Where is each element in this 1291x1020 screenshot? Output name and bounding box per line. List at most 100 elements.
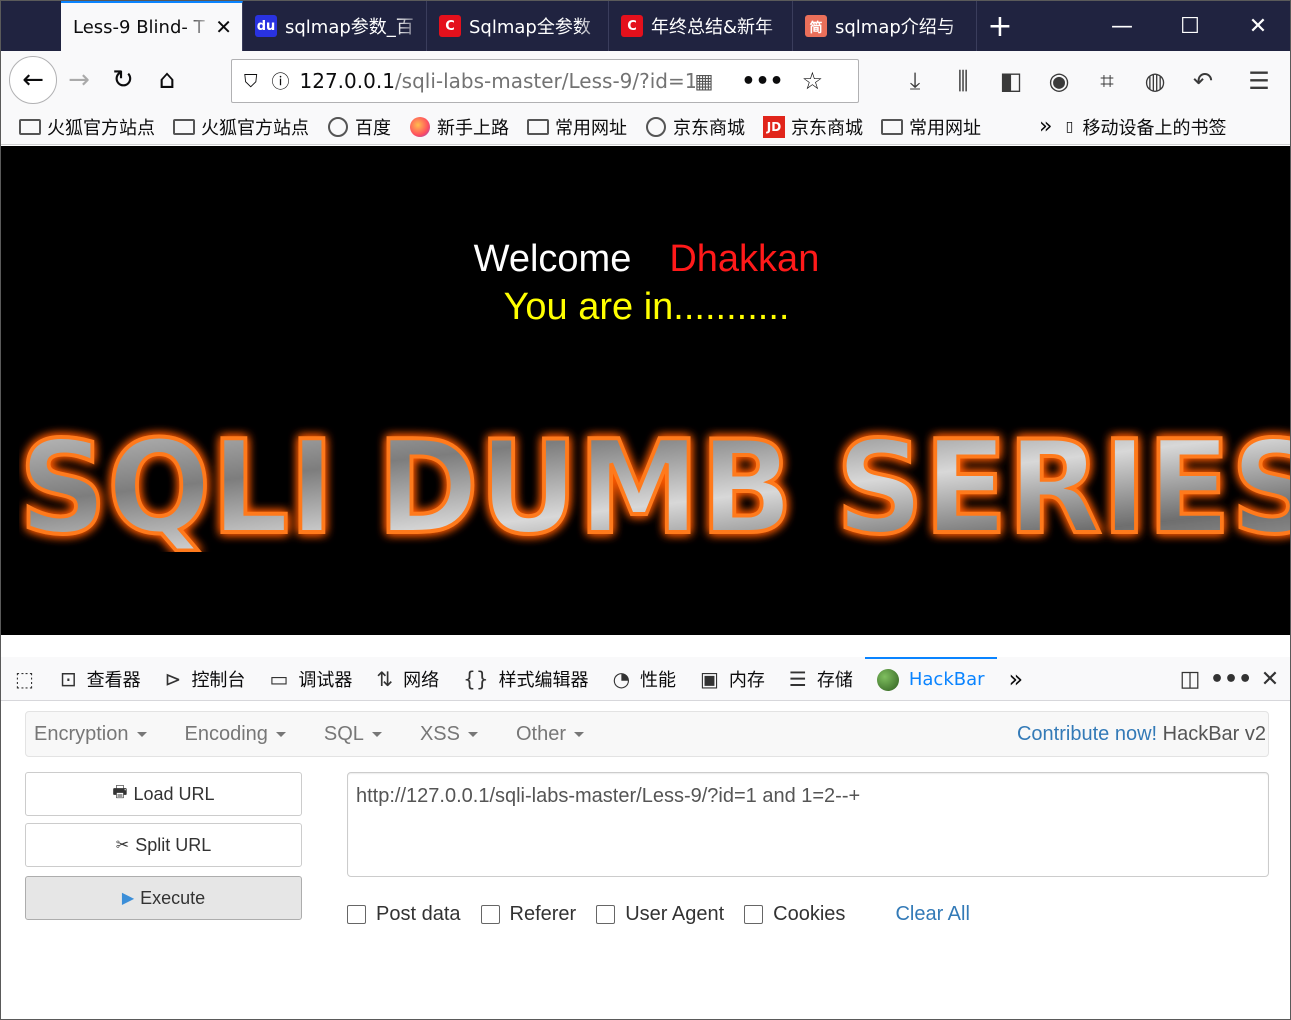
address-bar[interactable]: ⛉ ⓘ 127.0.0.1/sqli-labs-master/Less-9/?i… [231,59,859,103]
back-arrow-icon[interactable]: ← [9,56,57,104]
menu-xss[interactable]: XSS [412,723,486,746]
user-agent-option[interactable]: User Agent [596,903,724,926]
reload-icon[interactable]: ↻ [101,58,145,102]
minimize-icon[interactable]: — [1088,1,1156,51]
library-icon[interactable]: ⫼ [939,57,987,105]
close-window-icon[interactable]: ✕ [1224,1,1290,51]
element-picker-icon[interactable]: ⬚ [1,657,48,701]
tab-label: 内存 [728,669,765,691]
tab-inspector[interactable]: ⊡ 查看器 [48,657,153,701]
info-icon[interactable]: ⓘ [272,68,290,94]
cookies-checkbox[interactable] [744,905,764,924]
tab-debugger[interactable]: ▭ 调试器 [257,657,364,701]
devtools-toolbar: ⬚ ⊡ 查看器 ⊳ 控制台 ▭ 调试器 ⇅ 网络 {} 样式编辑器 ◔ 性能 ▣ 内存 ☰ 存储… [1,656,1290,701]
status-text: You are in........... [503,286,790,328]
undo-icon[interactable]: ↶ [1179,57,1227,105]
window-controls: — ☐ ✕ [1088,1,1290,51]
post-data-checkbox[interactable] [347,905,366,924]
close-devtools-icon[interactable]: ✕ [1250,667,1290,692]
tab-year-summary[interactable]: C 年终总结&新年 [609,1,793,51]
home-icon[interactable]: ⌂ [145,58,189,102]
menu-encryption[interactable]: Encryption [26,723,155,746]
tab-title: 年终总结&新年 [651,17,774,38]
menu-icon[interactable]: ☰ [1227,57,1290,105]
mobile-icon: ▯ [1065,118,1074,135]
tab-performance[interactable]: ◔ 性能 [601,657,688,701]
tab-sqlmap-jianshu[interactable]: 简 sqlmap介绍与 [793,1,977,51]
forward-arrow-icon[interactable]: → [57,58,101,102]
user-agent-checkbox[interactable] [596,905,616,924]
globe-icon [646,116,666,137]
bookmark-item[interactable]: 常用网址 [881,114,981,140]
tab-close-icon[interactable]: ✕ [215,15,232,39]
url-text[interactable]: 127.0.0.1/sqli-labs-master/Less-9/?id=1 … [300,69,695,93]
qr-code-icon[interactable]: ▦ [695,69,714,93]
more-tools-chevron-icon[interactable]: » [997,657,1036,701]
memory-icon: ▣ [700,666,719,691]
page-actions-icon[interactable]: ••• [741,69,783,94]
screenshot-crop-icon[interactable]: ⌗ [1083,57,1131,105]
bookmark-item[interactable]: 火狐官方站点 [173,114,309,140]
scissors-icon: ✂ [115,837,130,854]
menu-sql[interactable]: SQL [316,723,390,746]
tab-less-9[interactable]: Less-9 Blind- T ✕ [61,1,243,51]
devtools-menu-icon[interactable]: ••• [1210,667,1252,692]
referer-option[interactable]: Referer [480,903,576,926]
csdn-icon: C [439,15,461,37]
bookmark-label: 百度 [355,117,391,139]
hackbar-icon [876,668,899,691]
caret-down-icon [574,731,584,737]
tab-label: 性能 [640,669,677,691]
maximize-icon[interactable]: ☐ [1156,1,1224,51]
cookies-option[interactable]: Cookies [744,903,845,926]
post-data-option[interactable]: Post data [347,903,461,926]
bookmark-item[interactable]: 百度 [327,114,391,140]
responsive-design-icon[interactable]: ◫ [1170,667,1210,692]
referer-checkbox[interactable] [480,905,500,924]
bookmark-star-icon[interactable]: ☆ [802,67,824,95]
contribute-link[interactable]: Contribute now! [1017,723,1157,745]
bookmark-item[interactable]: JD 京东商城 [763,114,863,140]
new-tab-icon[interactable]: + [977,1,1023,51]
folder-icon [881,118,903,135]
network-icon: ⇅ [376,666,394,691]
bookmark-item[interactable]: 新手上路 [409,114,509,140]
welcome-text: Welcome [473,238,632,280]
split-url-button[interactable]: ✂ Split URL [25,823,302,867]
bookmark-item[interactable]: 火狐官方站点 [19,114,155,140]
menu-encoding[interactable]: Encoding [177,723,294,746]
mobile-bookmarks[interactable]: ▯ 移动设备上的书签 [1062,114,1227,140]
tab-storage[interactable]: ☰ 存储 [777,657,865,701]
sqli-dumb-series-banner: SQLI DUMB SERIES [19,422,1290,552]
bookmark-label: 常用网址 [555,117,627,139]
jianshu-icon: 简 [805,15,827,37]
tab-console[interactable]: ⊳ 控制台 [153,657,258,701]
caret-down-icon [275,731,286,737]
folder-icon [173,118,195,135]
url-textarea[interactable]: http://127.0.0.1/sqli-labs-master/Less-9… [347,772,1269,877]
download-icon[interactable]: ⤓ [891,57,939,105]
tab-hackbar[interactable]: HackBar [864,656,997,701]
load-url-button[interactable]: 🖶 Load URL [25,772,302,816]
tab-sqlmap-baidu[interactable]: du sqlmap参数_百 [243,1,427,51]
tab-network[interactable]: ⇅ 网络 [364,657,451,701]
bookmark-item[interactable]: 京东商城 [645,114,745,140]
bookmark-label: 火狐官方站点 [201,117,309,139]
account-icon[interactable]: ◉ [1035,57,1083,105]
chat-icon[interactable]: ◍ [1131,57,1179,105]
execute-button[interactable]: ▶ Execute [25,876,302,920]
url-host: 127.0.0.1 [299,69,395,93]
sidebar-icon[interactable]: ◧ [987,57,1035,105]
tab-sqlmap-csdn[interactable]: C Sqlmap全参数 [427,1,609,51]
folder-icon [527,118,549,135]
menu-other[interactable]: Other [508,723,592,746]
tab-style-editor[interactable]: {} 样式编辑器 [451,657,600,701]
caret-down-icon [136,731,147,737]
performance-icon: ◔ [612,666,631,691]
clear-all-link[interactable]: Clear All [895,903,969,926]
bookmark-item[interactable]: 常用网址 [527,114,627,140]
bookmark-label: 新手上路 [437,117,509,139]
tab-memory[interactable]: ▣ 内存 [688,657,777,701]
shield-icon[interactable]: ⛉ [244,71,258,92]
more-bookmarks-chevron-icon[interactable]: » [1039,114,1052,139]
